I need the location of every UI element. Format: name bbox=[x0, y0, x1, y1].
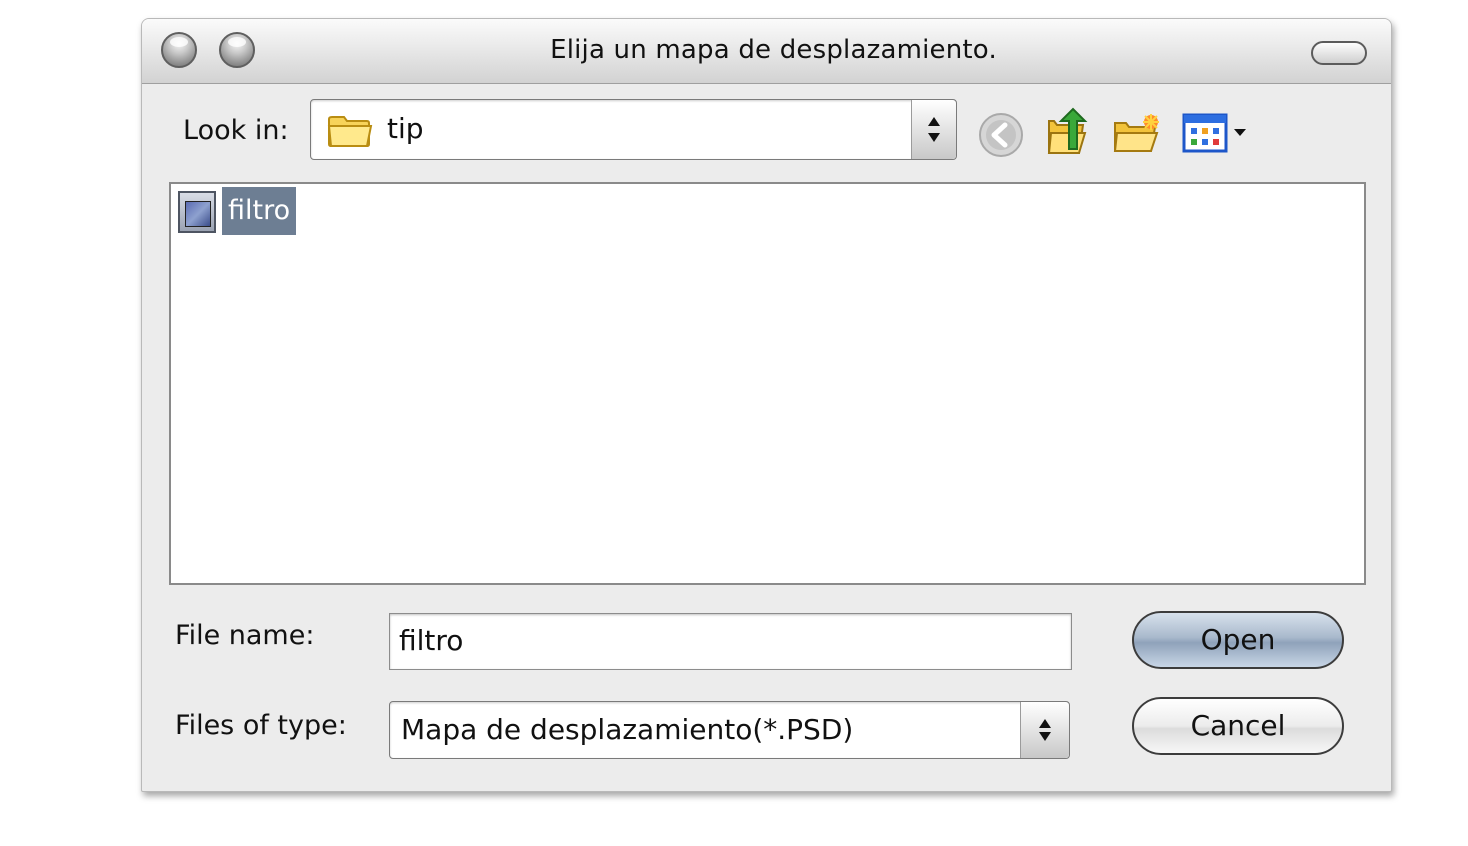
file-type-stepper[interactable] bbox=[1020, 702, 1069, 758]
look-in-label: Look in: bbox=[183, 115, 289, 146]
file-type-value: Mapa de desplazamiento(*.PSD) bbox=[401, 713, 854, 746]
open-button[interactable]: Open bbox=[1132, 611, 1344, 669]
look-in-stepper[interactable] bbox=[911, 100, 956, 159]
new-folder-icon[interactable] bbox=[1113, 113, 1163, 159]
view-menu-icon[interactable] bbox=[1182, 113, 1252, 159]
file-type-dropdown[interactable]: Mapa de desplazamiento(*.PSD) bbox=[389, 701, 1070, 759]
look-in-dropdown[interactable]: tip bbox=[310, 99, 957, 160]
look-in-value: tip bbox=[387, 112, 424, 145]
toolbar-toggle-button[interactable] bbox=[1311, 41, 1367, 65]
cancel-button[interactable]: Cancel bbox=[1132, 697, 1344, 755]
file-item-label: filtro bbox=[222, 187, 297, 235]
back-icon[interactable] bbox=[978, 112, 1024, 162]
title-bar[interactable]: Elija un mapa de desplazamiento. bbox=[142, 19, 1391, 84]
file-name-input[interactable]: filtro bbox=[389, 613, 1072, 670]
file-name-label: File name: bbox=[175, 620, 315, 651]
file-open-dialog: Elija un mapa de desplazamiento. Look in… bbox=[141, 18, 1392, 792]
up-folder-icon[interactable] bbox=[1045, 105, 1091, 163]
window-title: Elija un mapa de desplazamiento. bbox=[550, 35, 997, 65]
file-type-label: Files of type: bbox=[175, 710, 347, 741]
folder-icon bbox=[327, 112, 373, 152]
psd-file-icon bbox=[178, 191, 216, 233]
file-list[interactable]: filtro bbox=[169, 182, 1366, 585]
